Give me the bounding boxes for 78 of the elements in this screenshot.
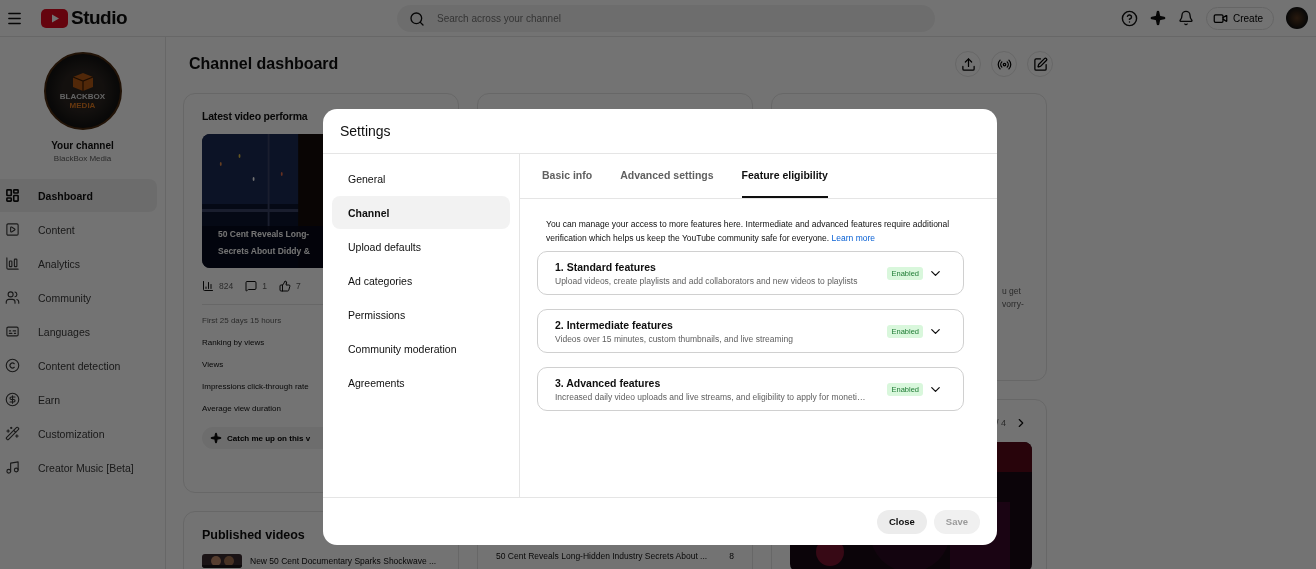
upload-button[interactable] <box>955 51 981 77</box>
settings-nav-item[interactable]: General <box>332 162 510 195</box>
settings-nav-item[interactable]: Ad categories <box>332 264 510 297</box>
magic-wand-icon <box>5 426 20 441</box>
feature-title: 3. Advanced features <box>555 376 662 389</box>
music-note-icon <box>5 460 20 475</box>
sidebar-item[interactable]: Analytics <box>0 247 157 280</box>
card-title: Latest video performa <box>202 110 309 122</box>
metric-label: Ranking by views <box>202 338 265 347</box>
metric-label: Average view duration <box>202 404 281 413</box>
stat-value: 1 <box>262 281 267 291</box>
sidebar-item[interactable]: Content detection <box>0 349 157 382</box>
feature-description: Videos over 15 minutes, custom thumbnails, and live streaming <box>555 333 794 344</box>
channel-name: BlackBox Media <box>52 154 113 163</box>
edit-button[interactable] <box>1027 51 1053 77</box>
bar-chart-icon <box>5 256 20 271</box>
dialog-title: Settings <box>340 123 391 139</box>
sidebar-item[interactable]: Dashboard <box>0 179 157 212</box>
channel-title: Your channel <box>50 140 115 151</box>
page-title: Channel dashboard <box>189 55 339 73</box>
stat-value: 824 <box>219 281 234 291</box>
help-icon[interactable] <box>1121 9 1138 27</box>
upload-icon <box>960 56 976 72</box>
sidebar-item[interactable]: Creator Music [Beta] <box>0 451 157 484</box>
copyright-icon <box>5 358 20 373</box>
bell-icon[interactable] <box>1178 10 1194 26</box>
video-count: 8 <box>729 551 734 561</box>
bar-chart-icon <box>202 280 214 292</box>
sidebar-item[interactable]: Languages <box>0 315 157 348</box>
logo-text: BLACKBOX <box>59 92 106 101</box>
feature-title: 1. Standard features <box>555 260 657 273</box>
description-text: You can manage your access to more features here. Intermediate and advanced features require additional verification which helps us keep the YouTube community safe for everyone. Learn more <box>546 218 951 245</box>
settings-nav-item[interactable]: Permissions <box>332 298 510 331</box>
close-button[interactable]: Close <box>876 509 927 534</box>
sidebar-item[interactable]: Content <box>0 213 157 246</box>
thumbs-up-icon <box>278 280 291 292</box>
video-caption: 50 Cent Reveals Long- Secrets About Diddy & <box>218 228 310 258</box>
search-icon <box>409 10 425 27</box>
settings-nav-item[interactable]: Agreements <box>332 366 510 399</box>
feature-description: Increased daily video uploads and live streams, and eligibility to apply for moneti… <box>555 391 867 402</box>
feature-title: 2. Intermediate features <box>555 318 674 331</box>
sidebar-item[interactable]: Community <box>0 281 157 314</box>
sidebar-item[interactable]: Earn <box>0 383 157 416</box>
stat-value: 7 <box>295 281 301 291</box>
people-icon <box>5 290 20 305</box>
card-text: u get <box>1002 286 1022 296</box>
dollar-icon <box>5 392 20 407</box>
settings-nav-item[interactable]: Channel <box>332 196 510 229</box>
video-title: New 50 Cent Documentary Sparks Shockwave ... <box>250 556 437 566</box>
tab[interactable]: Advanced settings <box>620 154 714 198</box>
tab[interactable]: Basic info <box>542 154 593 198</box>
box-icon <box>71 72 94 92</box>
catch-up-button[interactable]: Catch me up on this v <box>202 427 324 449</box>
edit-icon <box>1032 56 1048 72</box>
logo-text: MEDIA <box>69 101 96 110</box>
avatar[interactable] <box>1286 7 1308 29</box>
tab[interactable]: Feature eligibility <box>741 154 828 198</box>
sparkle-icon[interactable] <box>1150 10 1166 26</box>
create-button[interactable]: Create <box>1206 6 1274 30</box>
sidebar-item[interactable]: Customization <box>0 417 157 450</box>
video-title: 50 Cent Reveals Long-Hidden Industry Secrets About ... <box>496 551 708 561</box>
subtitles-icon <box>5 324 20 339</box>
period-label: First 25 days 15 hours <box>202 316 282 325</box>
sparkle-icon <box>210 432 222 444</box>
card-title: Published videos <box>202 528 306 542</box>
comment-icon <box>245 280 258 292</box>
settings-nav-item[interactable]: Upload defaults <box>332 230 510 263</box>
learn-more-link[interactable]: Learn more <box>831 233 876 243</box>
metric-label: Impressions click-through rate <box>202 382 309 391</box>
card-text: vorry- <box>1002 299 1025 309</box>
settings-nav-item[interactable]: Community moderation <box>332 332 510 365</box>
play-logo-icon <box>41 8 68 28</box>
feature-description: Upload videos, create playlists and add collaborators and new videos to playlists <box>555 275 859 286</box>
metric-label: Views <box>202 360 224 369</box>
studio-logo-text: Studio <box>71 7 128 29</box>
grid-icon <box>5 188 20 203</box>
play-square-icon <box>5 222 20 237</box>
live-button[interactable] <box>991 51 1017 77</box>
